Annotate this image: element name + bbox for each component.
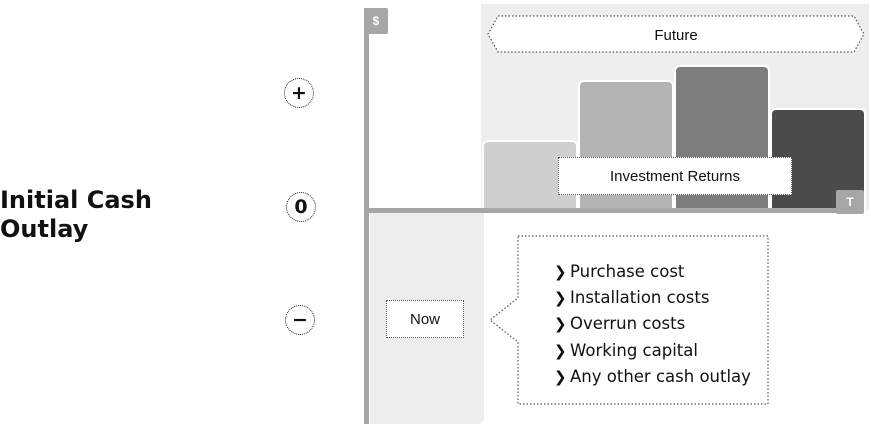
chevron-right-icon: ❯ — [554, 289, 567, 307]
zero-sign-icon: 0 — [286, 192, 316, 222]
chevron-right-icon: ❯ — [554, 368, 567, 386]
list-item: ❯ Purchase cost — [554, 262, 685, 281]
now-label: Now — [386, 300, 464, 338]
diagram-title: Initial Cash Outlay — [0, 186, 200, 244]
title-line-1: Initial Cash — [0, 186, 152, 214]
list-item: ❯ Any other cash outlay — [554, 367, 751, 386]
future-banner: Future — [487, 15, 865, 53]
list-item: ❯ Working capital — [554, 341, 698, 360]
investment-returns-label: Investment Returns — [558, 157, 792, 195]
chevron-right-icon: ❯ — [554, 315, 567, 333]
future-label: Future — [654, 27, 697, 44]
list-item: ❯ Installation costs — [554, 288, 710, 307]
title-line-2: Outlay — [0, 215, 89, 243]
plus-sign-icon: + — [284, 78, 314, 108]
chevron-right-icon: ❯ — [554, 342, 567, 360]
list-item: ❯ Overrun costs — [554, 314, 686, 333]
dollar-axis-label: $ — [364, 8, 388, 34]
chevron-right-icon: ❯ — [554, 263, 567, 281]
x-axis — [364, 208, 850, 213]
time-axis-label: T — [836, 190, 864, 214]
y-axis — [364, 8, 369, 424]
minus-sign-icon: − — [285, 305, 315, 335]
